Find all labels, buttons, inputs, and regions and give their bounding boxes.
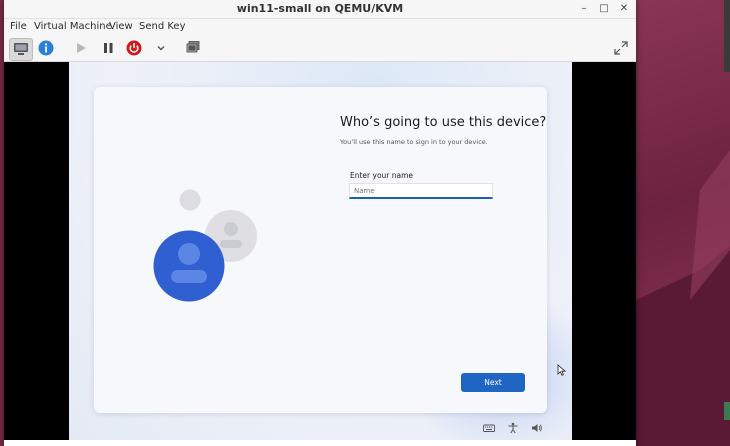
play-icon	[77, 43, 86, 53]
menu-file[interactable]: File	[10, 21, 27, 32]
pause-button[interactable]	[97, 38, 119, 59]
snapshots-button[interactable]	[182, 38, 204, 59]
blue-person-icon	[153, 230, 225, 302]
page-heading: Who’s going to use this device?	[340, 115, 547, 130]
details-button[interactable]	[35, 38, 57, 59]
menu-bar: File Virtual Machine View Send Key	[4, 19, 636, 36]
name-field-label: Enter your name	[350, 171, 414, 180]
chevron-down-icon	[157, 46, 165, 51]
user-illustration	[153, 189, 257, 302]
vm-display[interactable]: Who’s going to use this device? You’ll u…	[4, 62, 636, 440]
window-title: win11-small on QEMU/KVM	[236, 2, 404, 15]
power-icon	[126, 40, 142, 56]
info-icon	[38, 40, 54, 56]
shutdown-menu-button[interactable]	[150, 38, 172, 59]
pause-icon	[104, 43, 113, 53]
monitor-icon	[14, 43, 28, 55]
desktop-wallpaper	[636, 0, 730, 446]
shutdown-button[interactable]	[123, 38, 145, 59]
next-button[interactable]: Next	[461, 373, 525, 392]
close-button[interactable]: ✕	[616, 1, 632, 17]
menu-virtual-machine[interactable]: Virtual Machine	[34, 21, 112, 32]
volume-icon[interactable]	[531, 422, 543, 434]
keyboard-icon[interactable]	[483, 422, 495, 434]
name-input[interactable]	[349, 183, 493, 199]
mouse-pointer-icon	[557, 364, 566, 376]
page-subtitle: You’ll use this name to sign in to your …	[340, 138, 488, 146]
console-button[interactable]	[9, 38, 33, 61]
maximize-button[interactable]: □	[596, 1, 612, 17]
fullscreen-icon	[614, 41, 628, 55]
menu-view[interactable]: View	[109, 21, 133, 32]
small-circle-icon	[179, 189, 201, 211]
fullscreen-button[interactable]	[610, 38, 632, 59]
setup-card: Who’s going to use this device? You’ll u…	[94, 87, 547, 413]
guest-screen: Who’s going to use this device? You’ll u…	[69, 62, 572, 440]
title-bar: win11-small on QEMU/KVM – □ ✕	[4, 0, 636, 19]
accessibility-icon[interactable]	[507, 422, 519, 434]
snapshot-icon	[186, 41, 200, 53]
toolbar	[4, 36, 636, 62]
run-button[interactable]	[70, 38, 92, 59]
minimize-button[interactable]: –	[576, 1, 592, 17]
menu-send-key[interactable]: Send Key	[139, 21, 186, 32]
